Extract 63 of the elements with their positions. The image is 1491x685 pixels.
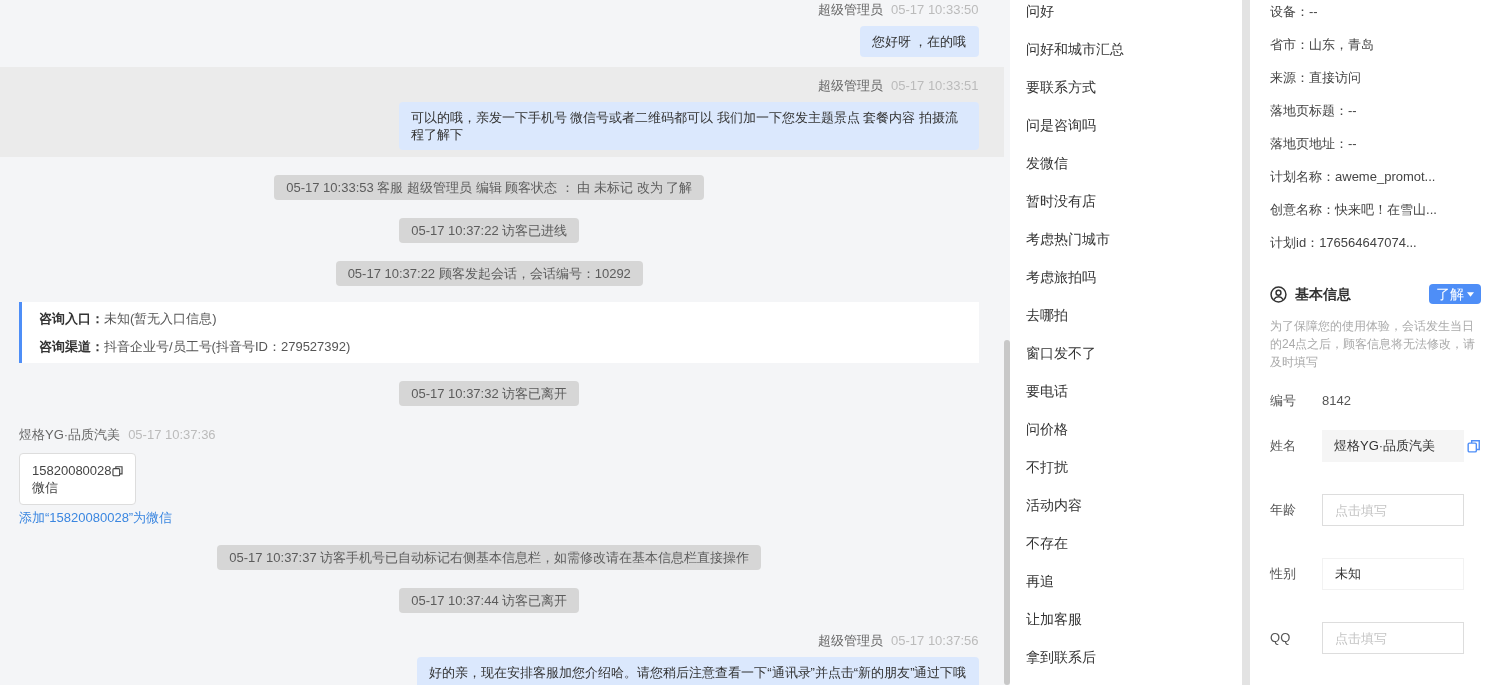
- field-label: 姓名: [1270, 437, 1297, 456]
- entry-label: 咨询渠道：: [39, 338, 104, 356]
- quick-reply-item[interactable]: 要联系方式: [1026, 68, 1243, 106]
- message-bubble: 可以的哦，亲发一下手机号 微信号或者二维码都可以 我们加一下您发主题景点 套餐内容 拍摄流程了解下: [398, 102, 979, 150]
- field-label: 编号: [1270, 392, 1297, 411]
- field-label: 年龄: [1270, 501, 1297, 520]
- gender-select[interactable]: 未知: [1322, 558, 1464, 590]
- phone-number: 15820080028: [32, 462, 112, 479]
- system-notice: 05-17 10:37:22 访客已进线: [399, 218, 580, 243]
- add-wechat-link[interactable]: 添加“15820080028”为微信: [19, 509, 173, 527]
- quick-reply-item[interactable]: 问价格: [1026, 410, 1243, 448]
- quick-reply-item[interactable]: 发微信: [1026, 144, 1243, 182]
- quick-reply-item[interactable]: 暂时没有店: [1026, 182, 1243, 220]
- quick-reply-item[interactable]: 不存在: [1026, 524, 1243, 562]
- sender-name: 超级管理员: [818, 2, 884, 18]
- info-line: 计划名称：aweme_promot...: [1270, 168, 1437, 186]
- message-time: 05-17 10:37:56: [891, 633, 979, 649]
- quick-reply-item[interactable]: 去哪拍: [1026, 296, 1243, 334]
- field-value: 8142: [1322, 392, 1351, 411]
- notice-text: 为了保障您的使用体验，会话发生当日的24点之后，顾客信息将无法修改，请及时填写: [1270, 318, 1476, 371]
- quick-reply-item[interactable]: 考虑旅拍吗: [1026, 258, 1243, 296]
- entry-value: 未知(暂无入口信息): [104, 310, 217, 328]
- quick-reply-item[interactable]: 窗口发不了: [1026, 334, 1243, 372]
- copy-icon[interactable]: [111, 464, 123, 477]
- field-label: QQ: [1270, 629, 1292, 648]
- quick-reply-item[interactable]: 不打扰: [1026, 448, 1243, 486]
- contact-type: 微信: [32, 479, 59, 496]
- message-time: 05-17 10:37:36: [128, 427, 216, 443]
- section-title: 基本信息: [1295, 284, 1351, 304]
- message-time: 05-17 10:33:50: [891, 2, 979, 18]
- quick-reply-item[interactable]: 问好: [1026, 0, 1243, 30]
- info-line: 设备：--: [1270, 3, 1319, 21]
- quick-reply-item[interactable]: 让加客服: [1026, 600, 1243, 638]
- system-notice: 05-17 10:37:22 顾客发起会话，会话编号：10292: [335, 261, 643, 286]
- sender-name: 煜格YG·品质汽美: [19, 427, 121, 443]
- sender-name: 超级管理员: [818, 78, 884, 94]
- info-line: 省市：山东，青岛: [1270, 36, 1375, 54]
- system-notice: 05-17 10:37:32 访客已离开: [399, 381, 580, 406]
- info-line: 来源：直接访问: [1270, 69, 1362, 87]
- scrollbar-thumb[interactable]: [1003, 340, 1010, 685]
- info-line: 创意名称：快来吧！在雪山...: [1270, 201, 1438, 219]
- info-line: 落地页标题：--: [1270, 102, 1358, 120]
- quick-reply-item[interactable]: 拿到联系后: [1026, 638, 1243, 676]
- field-label: 性别: [1270, 565, 1297, 584]
- quick-reply-item[interactable]: 要电话: [1026, 372, 1243, 410]
- system-notice: 05-17 10:37:37 访客手机号已自动标记右侧基本信息栏，如需修改请在基本信息栏直接操作: [217, 545, 762, 570]
- quick-reply-item[interactable]: 问好和城市汇总: [1026, 30, 1243, 68]
- info-line: 落地页地址：--: [1270, 135, 1358, 153]
- quick-reply-item[interactable]: 活动内容: [1026, 486, 1243, 524]
- sender-name: 超级管理员: [818, 633, 884, 649]
- entry-value: 抖音企业号/员工号(抖音号ID：279527392): [104, 338, 351, 356]
- info-line: 计划id：176564647074...: [1270, 234, 1418, 252]
- quick-reply-item[interactable]: 问是咨询吗: [1026, 106, 1243, 144]
- entry-label: 咨询入口：: [39, 310, 104, 328]
- quick-reply-item[interactable]: 考虑热门城市: [1026, 220, 1243, 258]
- system-notice: 05-17 10:33:53 客服 超级管理员 编辑 顾客状态 ： 由 未标记 改为 了解: [274, 175, 705, 200]
- message-bubble: 好的亲，现在安排客服加您介绍哈。请您稍后注意查看一下“通讯录”并点击“新的朋友”通过下哦: [417, 657, 979, 685]
- user-icon: [1270, 285, 1287, 303]
- name-field[interactable]: 煜格YG·品质汽美: [1322, 430, 1464, 462]
- message-bubble: 您好呀 ，在的哦: [859, 26, 979, 57]
- caret-icon: [1467, 291, 1474, 297]
- system-notice: 05-17 10:37:44 访客已离开: [399, 588, 580, 613]
- quick-reply-item[interactable]: 再追: [1026, 562, 1243, 600]
